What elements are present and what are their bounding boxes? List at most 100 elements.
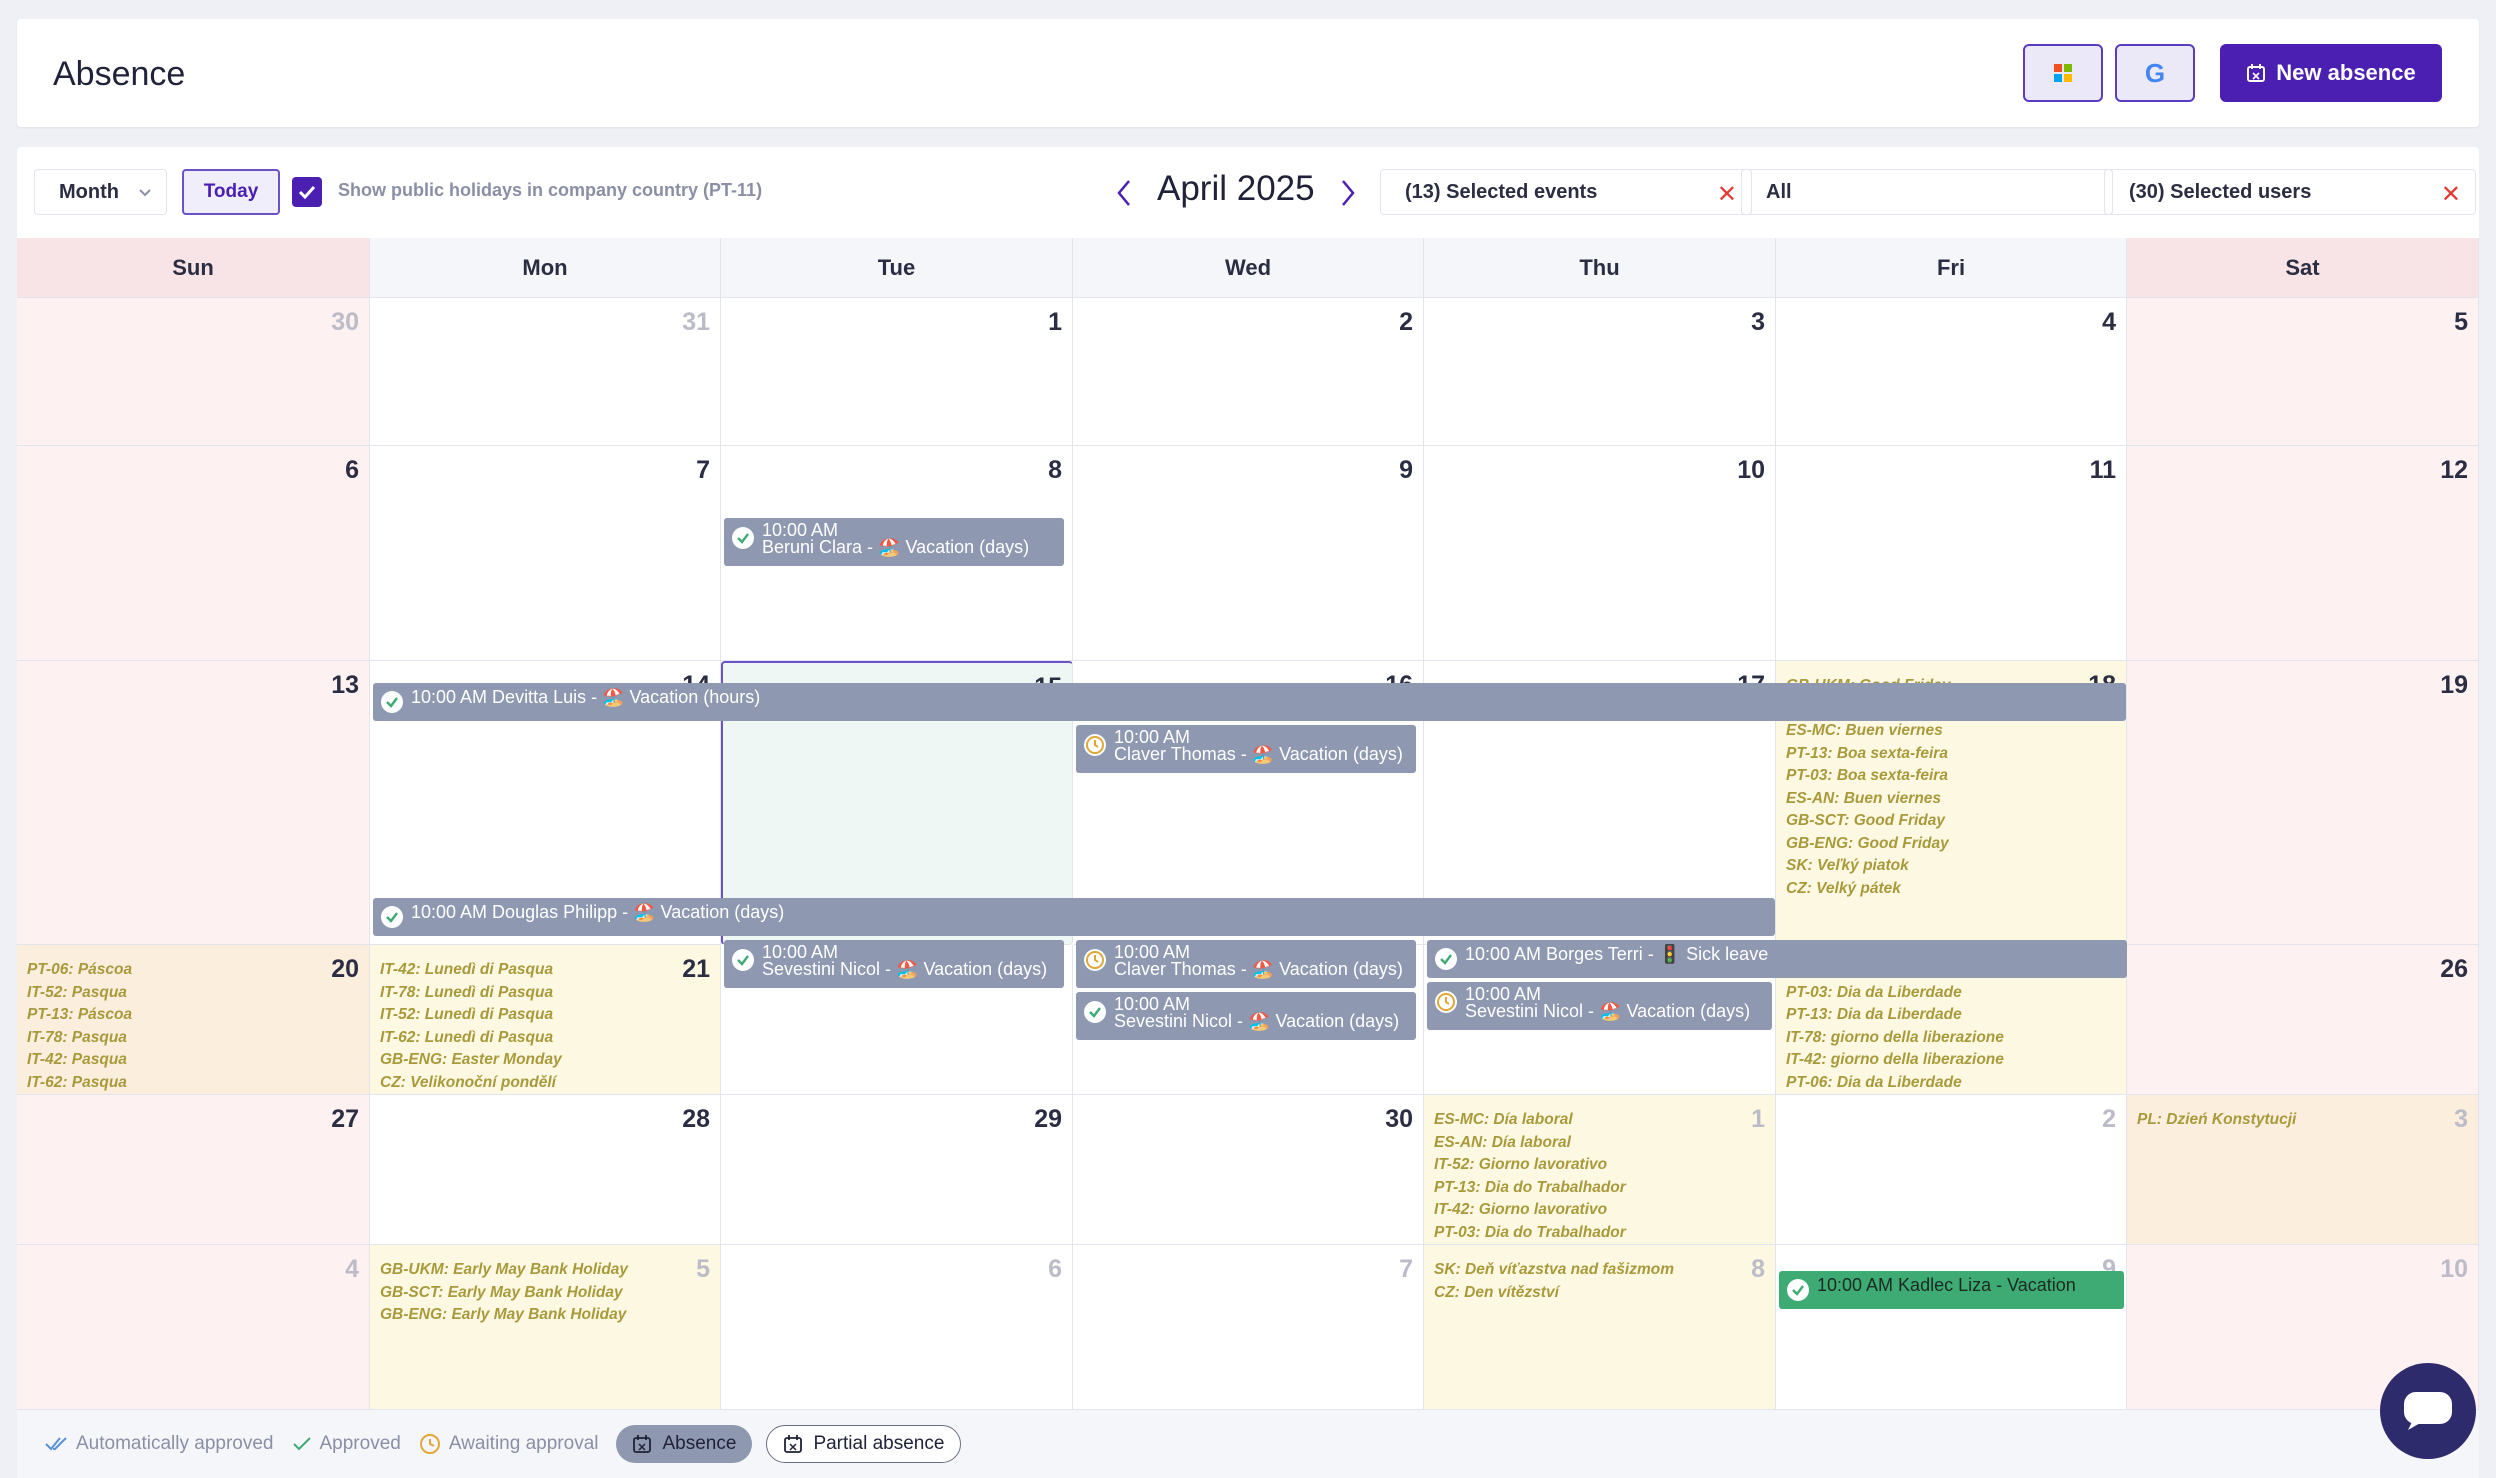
check-circle-icon	[732, 527, 754, 549]
google-calendar-button[interactable]: G	[2115, 44, 2195, 102]
holiday-item: IT-52: Pasqua	[27, 983, 127, 1001]
absence-event[interactable]: 10:00 AM Claver Thomas - 🏖️ Vacation (day…	[1076, 725, 1416, 773]
day-cell[interactable]: 29	[721, 1095, 1073, 1245]
absence-event[interactable]: 10:00 AM Sevestini Nicol - 🏖️ Vacation (d…	[1427, 982, 1772, 1030]
type-filter[interactable]: All	[1741, 169, 2113, 215]
day-cell[interactable]: 20 PT-06: Páscoa IT-52: Pasqua PT-13: Pásco…	[17, 945, 370, 1095]
day-cell[interactable]: 13	[17, 661, 370, 945]
checkmark-icon	[298, 185, 316, 199]
day-number: 13	[331, 671, 359, 699]
check-circle-icon	[381, 906, 403, 928]
calendar-x-icon	[633, 1435, 652, 1453]
legend-auto-approved: Automatically approved	[44, 1433, 274, 1455]
weekday-header-tue: Tue	[721, 238, 1073, 298]
today-button[interactable]: Today	[182, 169, 280, 215]
day-number: 8	[1048, 456, 1062, 484]
day-cell[interactable]: 10	[1424, 446, 1776, 661]
chat-support-button[interactable]	[2380, 1363, 2476, 1459]
day-number: 3	[1751, 308, 1765, 336]
day-cell[interactable]: 28	[370, 1095, 721, 1245]
day-cell[interactable]: 2	[1073, 298, 1424, 446]
google-icon: G	[2144, 57, 2166, 88]
calendar-x-icon	[784, 1435, 803, 1453]
day-cell[interactable]: 12	[2127, 446, 2479, 661]
holiday-item: IT-78: Lunedì di Pasqua	[380, 983, 554, 1001]
clock-icon	[1435, 991, 1457, 1013]
chat-icon	[2404, 1392, 2452, 1430]
new-absence-label: New absence	[2276, 60, 2416, 85]
microsoft-calendar-button[interactable]	[2023, 44, 2103, 102]
day-cell[interactable]: 9	[1073, 446, 1424, 661]
absence-event[interactable]: 10:00 AM Sevestini Nicol - 🏖️ Vacation (d…	[1076, 992, 1416, 1040]
absence-event[interactable]: 10:00 AM Claver Thomas - 🏖️ Vacation (day…	[1076, 940, 1416, 988]
day-cell[interactable]: 3 PL: Dzień Konstytucji	[2127, 1095, 2479, 1245]
day-cell[interactable]: 5	[2127, 298, 2479, 446]
holiday-item: PT-13: Dia da Liberdade	[1786, 1006, 1962, 1023]
day-cell[interactable]: 27	[17, 1095, 370, 1245]
holiday-list: PT-11: Dia da LiberdadePT-03: Dia da Lib…	[1786, 959, 2004, 1094]
absence-event[interactable]: 10:00 AM Sevestini Nicol - 🏖️ Vacation (d…	[724, 940, 1064, 988]
check-circle-icon	[1435, 948, 1457, 970]
previous-month-button[interactable]	[1109, 173, 1139, 213]
next-month-button[interactable]	[1333, 173, 1363, 213]
day-number: 30	[1385, 1105, 1413, 1133]
day-number: 31	[682, 308, 710, 336]
public-holidays-checkbox[interactable]	[292, 177, 322, 207]
absence-event[interactable]: 10:00 AM Beruni Clara - 🏖️ Vacation (days…	[724, 518, 1064, 566]
new-absence-button[interactable]: New absence	[2220, 44, 2442, 102]
calendar-toolbar: Month Today Show public holidays in comp…	[17, 147, 2479, 237]
absence-event[interactable]: 10:00 AM Kadlec Liza - Vacation	[1779, 1271, 2124, 1309]
event-text: 10:00 AM Borges Terri - 🚦 Sick leave	[1465, 944, 1769, 964]
legend-absence-pill[interactable]: Absence	[616, 1425, 753, 1463]
day-cell[interactable]: 21 IT-42: Lunedì di Pasqua IT-78: Lunedì d…	[370, 945, 721, 1095]
holiday-item: IT-62: Pasqua	[27, 1073, 127, 1091]
day-cell[interactable]: 6	[17, 446, 370, 661]
month-title: April 2025	[1157, 169, 1315, 208]
day-cell[interactable]: 30	[17, 298, 370, 446]
event-title: Claver Thomas - 🏖️ Vacation (days)	[1114, 744, 1403, 764]
day-cell[interactable]: 11	[1776, 446, 2127, 661]
holiday-item: PT-03: Dia do Trabalhador	[1434, 1223, 1626, 1241]
absence-event[interactable]: 10:00 AM Douglas Philipp - 🏖️ Vacation (…	[373, 898, 1775, 936]
chevron-left-icon	[1117, 180, 1130, 206]
holiday-list: GB-UKM: Early May Bank Holiday GB-SCT: Ea…	[380, 1259, 628, 1327]
day-cell[interactable]: 4	[17, 1245, 370, 1410]
day-number: 29	[1034, 1105, 1062, 1133]
holiday-item: SK: Veľký piatok	[1786, 857, 1909, 874]
view-select-value: Month	[59, 180, 119, 203]
day-cell[interactable]: 1 ES-MC: Día laboral ES-AN: Día laboral IT-…	[1424, 1095, 1776, 1245]
users-filter[interactable]: (30) Selected users ✕	[2104, 169, 2476, 215]
day-cell[interactable]: 3	[1424, 298, 1776, 446]
view-select[interactable]: Month	[34, 169, 167, 215]
day-cell[interactable]: 1	[721, 298, 1073, 446]
absence-event[interactable]: 10:00 AM Borges Terri - 🚦 Sick leave	[1427, 940, 2127, 978]
day-cell[interactable]: 19	[2127, 661, 2479, 945]
clear-users-icon[interactable]: ✕	[2441, 180, 2461, 209]
day-cell[interactable]: 30	[1073, 1095, 1424, 1245]
event-title: Sevestini Nicol - 🏖️ Vacation (days)	[1465, 1001, 1751, 1021]
day-cell[interactable]: 2	[1776, 1095, 2127, 1245]
weekday-header-fri: Fri	[1776, 238, 2127, 298]
holiday-item: GB-SCT: Early May Bank Holiday	[380, 1283, 623, 1301]
holiday-item: PT-13: Dia do Trabalhador	[1434, 1178, 1626, 1196]
clock-icon	[1084, 949, 1106, 971]
holiday-item: GB-ENG: Good Friday	[1786, 834, 1949, 852]
day-cell[interactable]: 9	[1776, 1245, 2127, 1410]
holiday-item: IT-78: giorno della liberazione	[1786, 1028, 2004, 1046]
events-filter[interactable]: (13) Selected events ✕	[1380, 169, 1752, 215]
day-cell[interactable]: 7	[1073, 1245, 1424, 1410]
day-cell[interactable]: 8 SK: Deň víťazstva nad fašizmom CZ: Den v…	[1424, 1245, 1776, 1410]
day-cell[interactable]: 4	[1776, 298, 2127, 446]
chevron-right-icon	[1342, 180, 1355, 206]
day-cell[interactable]: 5 GB-UKM: Early May Bank Holiday GB-SCT: E…	[370, 1245, 721, 1410]
day-cell[interactable]: 26	[2127, 945, 2479, 1095]
weekday-header-thu: Thu	[1424, 238, 1776, 298]
check-circle-icon	[1084, 1001, 1106, 1023]
day-number: 21	[682, 955, 710, 983]
day-cell[interactable]: 7	[370, 446, 721, 661]
legend-partial-absence-pill[interactable]: Partial absence	[766, 1425, 962, 1463]
absence-event[interactable]: 10:00 AM Devitta Luis - 🏖️ Vacation (hou…	[373, 683, 2126, 721]
day-cell[interactable]: 6	[721, 1245, 1073, 1410]
day-cell[interactable]: 31	[370, 298, 721, 446]
clear-events-icon[interactable]: ✕	[1717, 180, 1737, 209]
